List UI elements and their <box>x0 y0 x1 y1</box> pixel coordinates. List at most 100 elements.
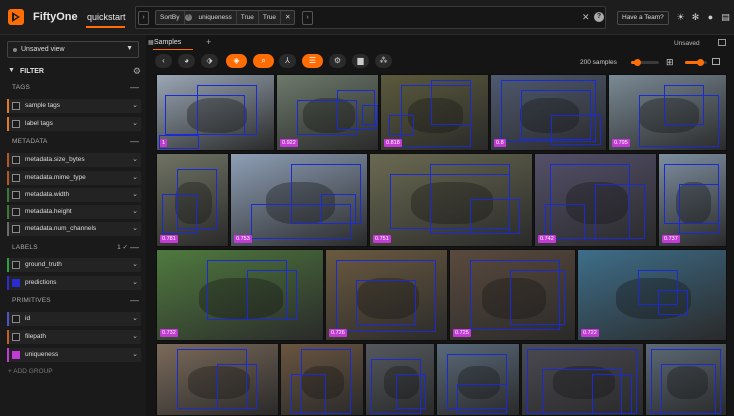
docs-icon[interactable]: ▤ <box>720 12 731 23</box>
sample-tile[interactable] <box>645 343 727 416</box>
chevron-down-icon[interactable]: ▼ <box>126 45 133 52</box>
sample-tile[interactable]: 0.732 <box>156 249 324 341</box>
chevron-down-icon[interactable]: ⌄ <box>132 207 138 215</box>
slider-knob[interactable] <box>634 59 641 66</box>
checkbox[interactable] <box>12 261 20 269</box>
color-palette-icon[interactable]: ◕ <box>178 54 195 68</box>
github-icon[interactable]: ● <box>705 12 716 23</box>
checkbox[interactable] <box>12 102 20 110</box>
section-labels[interactable]: LABELS 1 ✓ — <box>0 241 146 255</box>
view-bar-add-stage-icon[interactable]: › <box>302 11 313 25</box>
stage-param-1[interactable]: True <box>237 11 259 24</box>
chevron-down-icon[interactable]: ⌄ <box>132 260 138 268</box>
dataset-selector[interactable]: quickstart <box>87 12 126 22</box>
slack-icon[interactable]: ✻ <box>690 12 701 23</box>
chevron-down-icon[interactable]: ⌄ <box>132 332 138 340</box>
chevron-down-icon[interactable]: ⌄ <box>132 278 138 286</box>
collapse-icon[interactable]: — <box>130 242 139 252</box>
sort-list-icon[interactable]: ☰ <box>302 54 323 68</box>
sidebar-row-mime-type[interactable]: metadata.mime_type ⌄ <box>7 171 141 185</box>
sidebar-row-height[interactable]: metadata.height ⌄ <box>7 205 141 219</box>
checkbox-checked[interactable] <box>12 279 20 287</box>
section-metadata[interactable]: METADATA — <box>0 135 146 149</box>
chevron-down-icon[interactable]: ⌄ <box>132 190 138 198</box>
similarity-search-icon[interactable]: ⌕ <box>253 54 274 68</box>
checkbox[interactable] <box>12 156 20 164</box>
sidebar-row-ground-truth[interactable]: ground_truth ⌄ <box>7 258 141 272</box>
checkbox[interactable] <box>12 333 20 341</box>
sample-tile[interactable] <box>280 343 364 416</box>
chevron-down-icon[interactable]: ⌄ <box>132 314 138 322</box>
tab-samples[interactable]: Samples <box>154 39 181 46</box>
clear-view-icon[interactable]: ✕ <box>582 12 590 23</box>
sample-tile[interactable] <box>365 343 435 416</box>
expand-icon[interactable] <box>712 58 720 65</box>
back-icon[interactable]: ‹ <box>155 54 172 68</box>
sample-tile[interactable] <box>436 343 520 416</box>
sidebar-row-size-bytes[interactable]: metadata.size_bytes ⌄ <box>7 153 141 167</box>
chevron-down-icon[interactable]: ⌄ <box>132 101 138 109</box>
embeddings-icon[interactable]: ⁂ <box>375 54 392 68</box>
chevron-down-icon[interactable]: ⌄ <box>132 119 138 127</box>
chevron-down-icon[interactable]: ⌄ <box>132 224 138 232</box>
sample-tile[interactable]: 0.726 <box>325 249 448 341</box>
sidebar-row-uniqueness[interactable]: uniqueness ⌄ <box>7 348 141 362</box>
checkbox[interactable] <box>12 120 20 128</box>
saved-view-select[interactable]: Unsaved view ▼ <box>7 41 139 58</box>
patches-icon[interactable]: ◈ <box>226 54 247 68</box>
zoom-slider[interactable] <box>685 59 707 66</box>
brand-name[interactable]: FiftyOne <box>33 11 78 23</box>
checkbox[interactable] <box>12 174 20 182</box>
section-tags[interactable]: TAGS — <box>0 81 146 95</box>
sample-tile[interactable]: 0.722 <box>577 249 727 341</box>
sidebar-row-id[interactable]: id ⌄ <box>7 312 141 326</box>
view-bar-left-arrow-icon[interactable]: › <box>138 11 149 25</box>
view-bar[interactable]: › SortBy ? uniqueness True True ✕ › ✕ ? <box>135 6 606 29</box>
sample-tile[interactable] <box>156 343 279 416</box>
chevron-down-icon[interactable]: ⌄ <box>132 155 138 163</box>
gear-icon[interactable]: ⚙ <box>133 66 141 77</box>
sample-tile[interactable]: 0.737 <box>658 153 727 247</box>
sample-tile[interactable]: 0.753 <box>230 153 368 247</box>
sample-tile[interactable]: 0.818 <box>380 74 489 151</box>
sidebar-row-width[interactable]: metadata.width ⌄ <box>7 188 141 202</box>
sample-tile[interactable]: 0.8 <box>490 74 607 151</box>
grid-size-icon[interactable]: ⊞ <box>666 57 674 68</box>
collapse-icon[interactable]: — <box>130 136 139 146</box>
collapse-icon[interactable]: — <box>130 295 139 305</box>
add-panel-icon[interactable]: + <box>206 37 211 47</box>
slider-knob[interactable] <box>697 59 704 66</box>
sample-tile[interactable]: 0.751 <box>369 153 533 247</box>
sidebar-row-predictions[interactable]: predictions ⌄ <box>7 276 141 290</box>
checkbox[interactable] <box>12 208 20 216</box>
fiftyone-logo-icon[interactable] <box>7 8 25 26</box>
sidebar-row-num-channels[interactable]: metadata.num_channels ⌄ <box>7 222 141 236</box>
panel-layout-icon[interactable] <box>718 39 726 46</box>
chevron-down-icon[interactable]: ⌄ <box>132 173 138 181</box>
sample-tile[interactable] <box>521 343 644 416</box>
chevron-down-icon[interactable]: ⌄ <box>132 350 138 358</box>
stage-param-field[interactable]: uniqueness <box>195 11 237 24</box>
checkbox[interactable] <box>12 315 20 323</box>
checkbox-checked[interactable] <box>12 351 20 359</box>
merge-icon[interactable]: ⅄ <box>279 54 296 68</box>
sample-tile[interactable]: 0.781 <box>156 153 229 247</box>
sample-tile[interactable]: 0.795 <box>608 74 727 151</box>
settings-icon[interactable]: ⚙ <box>329 54 346 68</box>
checkbox[interactable] <box>12 191 20 199</box>
tag-icon[interactable]: ⬗ <box>201 54 218 68</box>
view-bar-help-icon[interactable]: ? <box>594 12 604 22</box>
sample-tile[interactable]: 0.725 <box>449 249 576 341</box>
sortby-stage[interactable]: SortBy ? uniqueness True True ✕ <box>155 10 296 25</box>
stage-name[interactable]: SortBy <box>156 11 185 24</box>
add-group-button[interactable]: + ADD GROUP <box>8 368 53 375</box>
stage-help-icon[interactable]: ? <box>184 14 192 21</box>
sample-tile[interactable]: 0.742 <box>534 153 657 247</box>
checkbox[interactable] <box>12 225 20 233</box>
section-primitives[interactable]: PRIMITIVES — <box>0 294 146 308</box>
stage-param-2[interactable]: True <box>259 11 282 24</box>
sample-tile[interactable]: 0.922 <box>276 74 379 151</box>
threshold-slider[interactable] <box>631 59 659 66</box>
sidebar-row-filepath[interactable]: filepath ⌄ <box>7 330 141 344</box>
sample-tile[interactable]: 1 <box>156 74 275 151</box>
